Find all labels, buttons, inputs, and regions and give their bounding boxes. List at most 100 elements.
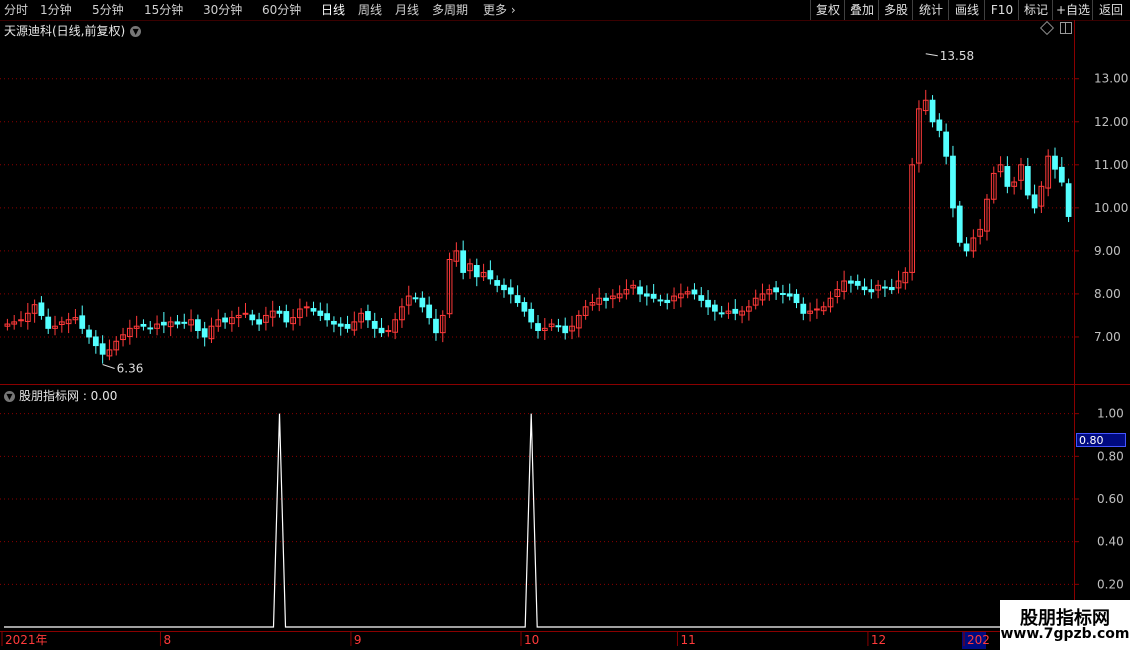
candle-body	[691, 289, 698, 295]
candle-body	[65, 319, 72, 325]
candlestick-series	[4, 89, 1072, 364]
indicator-line	[4, 413, 1072, 628]
f10-button[interactable]: F10	[984, 0, 1019, 20]
add-watchlist-button[interactable]: +自选	[1052, 0, 1093, 20]
candle-body	[480, 271, 487, 278]
candle-body	[269, 310, 276, 318]
candle-body	[79, 315, 86, 329]
date-cursor-highlight	[962, 632, 986, 649]
candle-body	[405, 295, 412, 306]
candle-body	[929, 99, 936, 123]
candle-body	[535, 323, 541, 332]
candle-body	[984, 198, 990, 232]
date-tick-label: 10	[524, 633, 539, 647]
mark-button[interactable]: 标记	[1018, 0, 1053, 20]
stock-title: 天源迪科(日线,前复权)	[4, 24, 126, 38]
chevron-down-icon[interactable]: ▼	[130, 26, 142, 37]
candle-body	[827, 297, 834, 308]
candle-body	[766, 289, 773, 295]
period-tab-30min[interactable]: 30分钟	[203, 2, 242, 18]
price-tick-label: 12.00	[1094, 115, 1128, 129]
period-tab-more[interactable]: 更多 ›	[483, 2, 516, 18]
chevron-down-icon[interactable]: ▼	[4, 391, 15, 402]
candle-body	[943, 131, 950, 157]
candle-body	[31, 304, 38, 314]
candle-body	[11, 321, 18, 325]
candle-body	[215, 319, 222, 327]
period-tab-daily[interactable]: 日线	[321, 2, 345, 18]
candle-body	[58, 321, 65, 325]
period-tab-1min[interactable]: 1分钟	[40, 2, 72, 18]
candle-body	[562, 325, 569, 334]
indicator-tick-label: 0.80	[1097, 449, 1124, 463]
candle-body	[1065, 183, 1072, 217]
candle-body	[1018, 164, 1024, 181]
candle-body	[235, 314, 242, 319]
candle-body	[331, 320, 337, 325]
candle-body	[120, 334, 126, 341]
candle-body	[45, 316, 52, 329]
candle-body	[160, 321, 167, 326]
candle-body	[888, 286, 895, 291]
back-button[interactable]: 返回	[1092, 0, 1129, 20]
candle-body	[52, 325, 58, 329]
candle-body	[780, 292, 786, 295]
period-tab-5min[interactable]: 5分钟	[92, 2, 124, 18]
date-axis: 2021年891011121202	[1, 632, 1069, 649]
candle-body	[174, 321, 181, 325]
period-tab-15min[interactable]: 15分钟	[144, 2, 183, 18]
candle-body	[99, 343, 106, 355]
kline-chart: 7.00 8.00 9.00 10.00 11.00 12.00 13.00 13.58 6.…	[0, 49, 1128, 649]
price-tick-label: 7.00	[1094, 330, 1121, 344]
window-layout-icon[interactable]	[1060, 22, 1072, 34]
candle-body	[555, 325, 562, 328]
candle-body	[609, 295, 616, 300]
overlay-button[interactable]: 叠加	[844, 0, 879, 20]
candle-body	[664, 299, 671, 304]
period-tab-fenshi[interactable]: 分时	[4, 2, 28, 18]
candle-body	[548, 323, 555, 328]
candle-body	[419, 297, 426, 308]
candle-body	[147, 327, 154, 330]
candle-body	[446, 258, 453, 315]
candle-body	[637, 286, 643, 295]
candle-body	[487, 270, 494, 280]
candle-body	[208, 325, 215, 340]
fuquan-button[interactable]: 复权	[810, 0, 845, 20]
candle-body	[453, 250, 460, 262]
date-tick-label: 202	[967, 633, 990, 647]
candle-body	[283, 311, 290, 323]
date-tick-label: 12	[871, 633, 886, 647]
candle-body	[1011, 181, 1018, 187]
candle-body	[86, 329, 92, 338]
candle-body	[623, 289, 630, 295]
candle-body	[521, 302, 528, 312]
candle-body	[4, 323, 11, 327]
candle-body	[773, 287, 779, 293]
period-tab-weekly[interactable]: 周线	[358, 2, 382, 18]
candle-body	[841, 280, 847, 292]
candle-body	[514, 295, 521, 304]
statistics-button[interactable]: 统计	[912, 0, 949, 20]
period-tab-60min[interactable]: 60分钟	[262, 2, 301, 18]
candle-body	[725, 310, 732, 314]
multi-stock-button[interactable]: 多股	[878, 0, 913, 20]
candle-body	[875, 284, 882, 291]
candle-body	[861, 286, 868, 291]
candle-body	[412, 297, 419, 300]
watermark-logo: 股朋指标网 www.7gpzb.com	[1000, 600, 1130, 650]
candle-body	[371, 320, 378, 329]
period-tab-multi[interactable]: 多周期	[432, 2, 468, 18]
period-tab-monthly[interactable]: 月线	[395, 2, 419, 18]
draw-line-button[interactable]: 画线	[948, 0, 985, 20]
candle-body	[337, 323, 344, 327]
indicator-grid	[0, 413, 1074, 585]
price-axis-divider	[1074, 20, 1075, 632]
candle-body	[814, 308, 820, 311]
diamond-icon[interactable]	[1039, 20, 1055, 36]
candle-body	[630, 284, 637, 289]
candle-body	[351, 321, 358, 331]
candle-body	[956, 205, 963, 243]
candle-body	[167, 321, 174, 328]
candle-body	[739, 310, 745, 316]
